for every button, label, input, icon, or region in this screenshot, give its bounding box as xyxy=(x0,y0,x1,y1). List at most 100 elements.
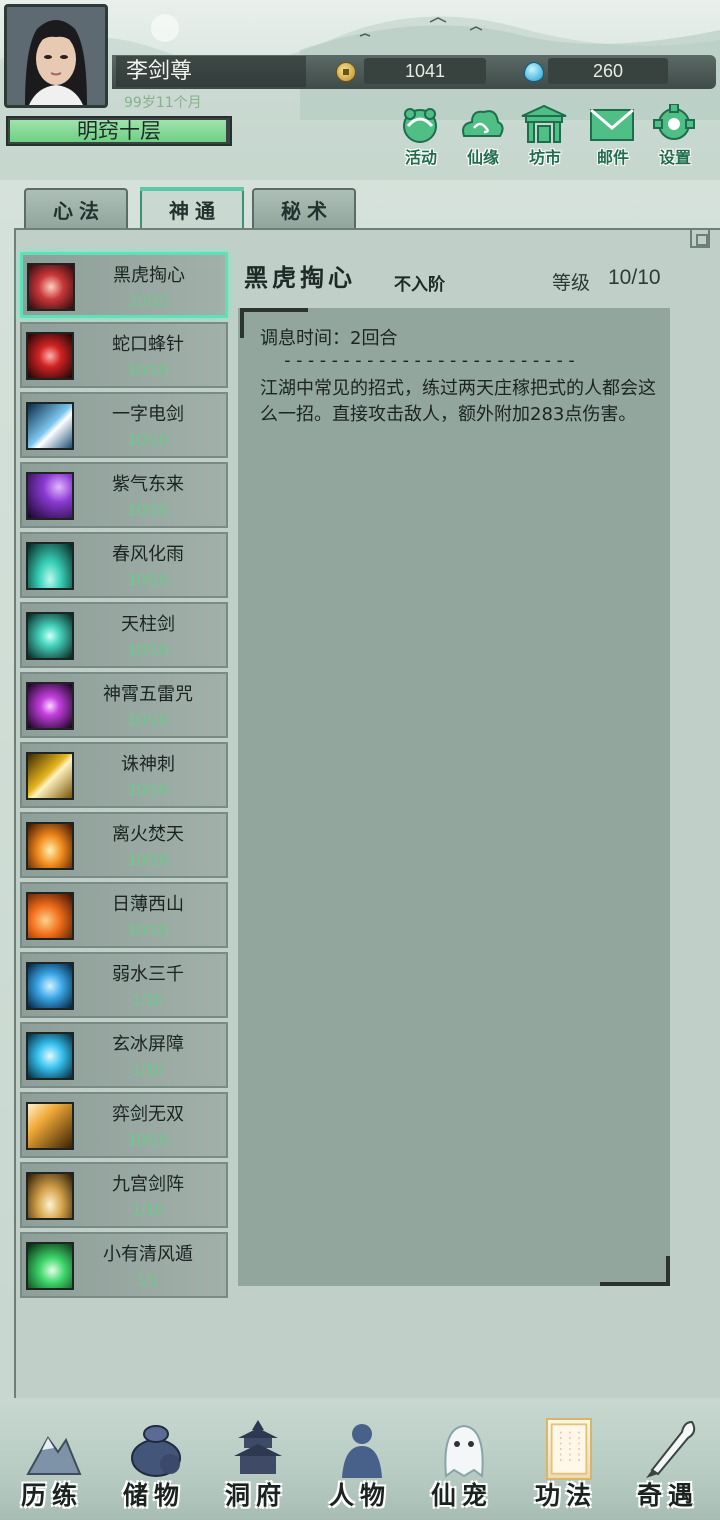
nav-qiyu[interactable]: 奇遇 xyxy=(618,1410,718,1518)
skill-item[interactable]: 九宫剑阵 1/10 xyxy=(20,1162,228,1228)
mail-icon xyxy=(590,108,634,141)
skill-name: 离火焚天 xyxy=(112,824,184,845)
corner-bracket-bottom-right xyxy=(600,1256,670,1286)
gear-icon xyxy=(653,104,695,140)
settings-button[interactable]: 设置 xyxy=(646,104,704,167)
skill-name: 黑虎掏心 xyxy=(113,265,185,286)
mountain-icon xyxy=(26,1436,82,1475)
skill-level: 10/10 xyxy=(127,432,169,449)
purple-qi-icon xyxy=(26,472,74,520)
fate-label: 仙缘 xyxy=(466,148,499,167)
skill-name: 九宫剑阵 xyxy=(112,1174,184,1195)
skill-name: 弱水三千 xyxy=(112,964,184,985)
market-icon xyxy=(521,104,567,143)
skill-level: 10/10 xyxy=(127,362,169,379)
skill-name: 神霄五雷咒 xyxy=(103,684,193,705)
coin-icon xyxy=(336,62,356,82)
skill-name: 一字电剑 xyxy=(112,404,184,425)
skill-level: 1/1 xyxy=(136,1272,160,1289)
skill-item[interactable]: 紫气东来 10/10 xyxy=(20,462,228,528)
detail-title: 黑虎掏心 xyxy=(244,263,356,292)
skill-name: 玄冰屏障 xyxy=(112,1034,184,1055)
skill-item[interactable]: 天柱剑 10/10 xyxy=(20,602,228,668)
skill-name: 诛神刺 xyxy=(121,754,175,775)
skill-item[interactable]: 诛神刺 10/10 xyxy=(20,742,228,808)
nav-renwu[interactable]: 人物 xyxy=(310,1410,410,1518)
ice-barrier-icon xyxy=(26,1032,74,1080)
fate-button[interactable]: 仙缘 xyxy=(454,104,512,167)
character-portrait xyxy=(7,7,105,105)
nav-dongfu[interactable]: 洞府 xyxy=(206,1410,306,1518)
realm-label: 明窍十层 xyxy=(77,119,161,143)
snake-needle-icon xyxy=(26,332,74,380)
tab-mishu[interactable]: 秘术 xyxy=(252,188,356,232)
detail-box xyxy=(238,308,670,1286)
nav-chuwu[interactable]: 储物 xyxy=(104,1410,204,1518)
nav-label: 功法 xyxy=(534,1481,597,1510)
skill-name: 紫气东来 xyxy=(112,474,184,495)
avatar[interactable] xyxy=(4,4,108,108)
sword-array-icon xyxy=(26,1172,74,1220)
tab-xinfa[interactable]: 心法 xyxy=(24,188,128,232)
activity-button[interactable]: 活动 xyxy=(392,104,450,167)
skill-level: 10/10 xyxy=(127,502,169,519)
skill-description: 江湖中常见的招式，练过两天庄稼把式的人都会这么一招。直接攻击敌人，额外附加283… xyxy=(260,378,656,425)
skill-item[interactable]: 玄冰屏障 1/10 xyxy=(20,1022,228,1088)
fire-icon xyxy=(26,822,74,870)
corner-ornament xyxy=(690,228,710,248)
water-icon xyxy=(26,962,74,1010)
bag-icon xyxy=(131,1425,181,1477)
market-button[interactable]: 坊市 xyxy=(516,104,574,167)
detail-level-label: 等级 xyxy=(552,272,591,294)
detail-tier: 不入阶 xyxy=(394,275,445,295)
skill-item[interactable]: 小有清风遁 1/1 xyxy=(20,1232,228,1298)
nav-xianchong[interactable]: 仙宠 xyxy=(412,1410,512,1518)
skill-name: 春风化雨 xyxy=(112,544,184,565)
skill-item[interactable]: 弈剑无双 10/10 xyxy=(20,1092,228,1158)
skill-level: 10/10 xyxy=(127,782,169,799)
skill-level: 1/10 xyxy=(132,992,164,1009)
skill-item[interactable]: 黑虎掏心 10/10 xyxy=(20,252,228,318)
skill-name: 天柱剑 xyxy=(121,614,175,635)
skill-name: 小有清风遁 xyxy=(103,1244,193,1265)
sunset-icon xyxy=(26,892,74,940)
skill-item[interactable]: 弱水三千 1/10 xyxy=(20,952,228,1018)
skill-item[interactable]: 日薄西山 10/10 xyxy=(20,882,228,948)
spring-rain-icon xyxy=(26,542,74,590)
skill-name: 弈剑无双 xyxy=(112,1104,184,1125)
skill-name: 日薄西山 xyxy=(112,894,184,915)
player-name: 李剑尊 xyxy=(116,56,306,87)
skill-item[interactable]: 蛇口蜂针 10/10 xyxy=(20,322,228,388)
sky-pillar-sword-icon xyxy=(26,612,74,660)
five-thunder-icon xyxy=(26,682,74,730)
mail-button[interactable]: 邮件 xyxy=(584,104,642,167)
cloud-icon xyxy=(462,110,504,137)
skill-level: 10/10 xyxy=(127,922,169,939)
person-icon xyxy=(342,1424,382,1478)
skill-level: 10/10 xyxy=(127,1132,169,1149)
nav-label: 奇遇 xyxy=(636,1481,699,1510)
pagoda-icon xyxy=(234,1420,282,1474)
nav-label: 人物 xyxy=(328,1481,391,1510)
skill-item[interactable]: 一字电剑 10/10 xyxy=(20,392,228,458)
realm-bar: 明窍十层 xyxy=(6,116,232,146)
player-age: 99岁11个月 xyxy=(124,95,202,111)
detail-level-value: 10/10 xyxy=(608,266,661,289)
wind-escape-icon xyxy=(26,1242,74,1290)
settings-label: 设置 xyxy=(658,148,691,167)
ghost-pet-icon xyxy=(444,1424,484,1478)
skill-item[interactable]: 春风化雨 10/10 xyxy=(20,532,228,598)
activity-label: 活动 xyxy=(404,148,437,167)
skill-level: 10/10 xyxy=(127,712,169,729)
sword-slash-icon xyxy=(26,1102,74,1150)
skill-name: 蛇口蜂针 xyxy=(112,334,184,355)
nav-gongfa[interactable]: 功法 xyxy=(516,1410,616,1518)
skill-item[interactable]: 离火焚天 10/10 xyxy=(20,812,228,878)
god-slaying-spear-icon xyxy=(26,752,74,800)
skill-level: 10/10 xyxy=(127,572,169,589)
skill-level: 10/10 xyxy=(127,852,169,869)
gem-count: 260 xyxy=(548,58,668,84)
nav-lilian[interactable]: 历练 xyxy=(2,1410,102,1518)
skill-item[interactable]: 神霄五雷咒 10/10 xyxy=(20,672,228,738)
scroll-icon xyxy=(546,1418,592,1480)
